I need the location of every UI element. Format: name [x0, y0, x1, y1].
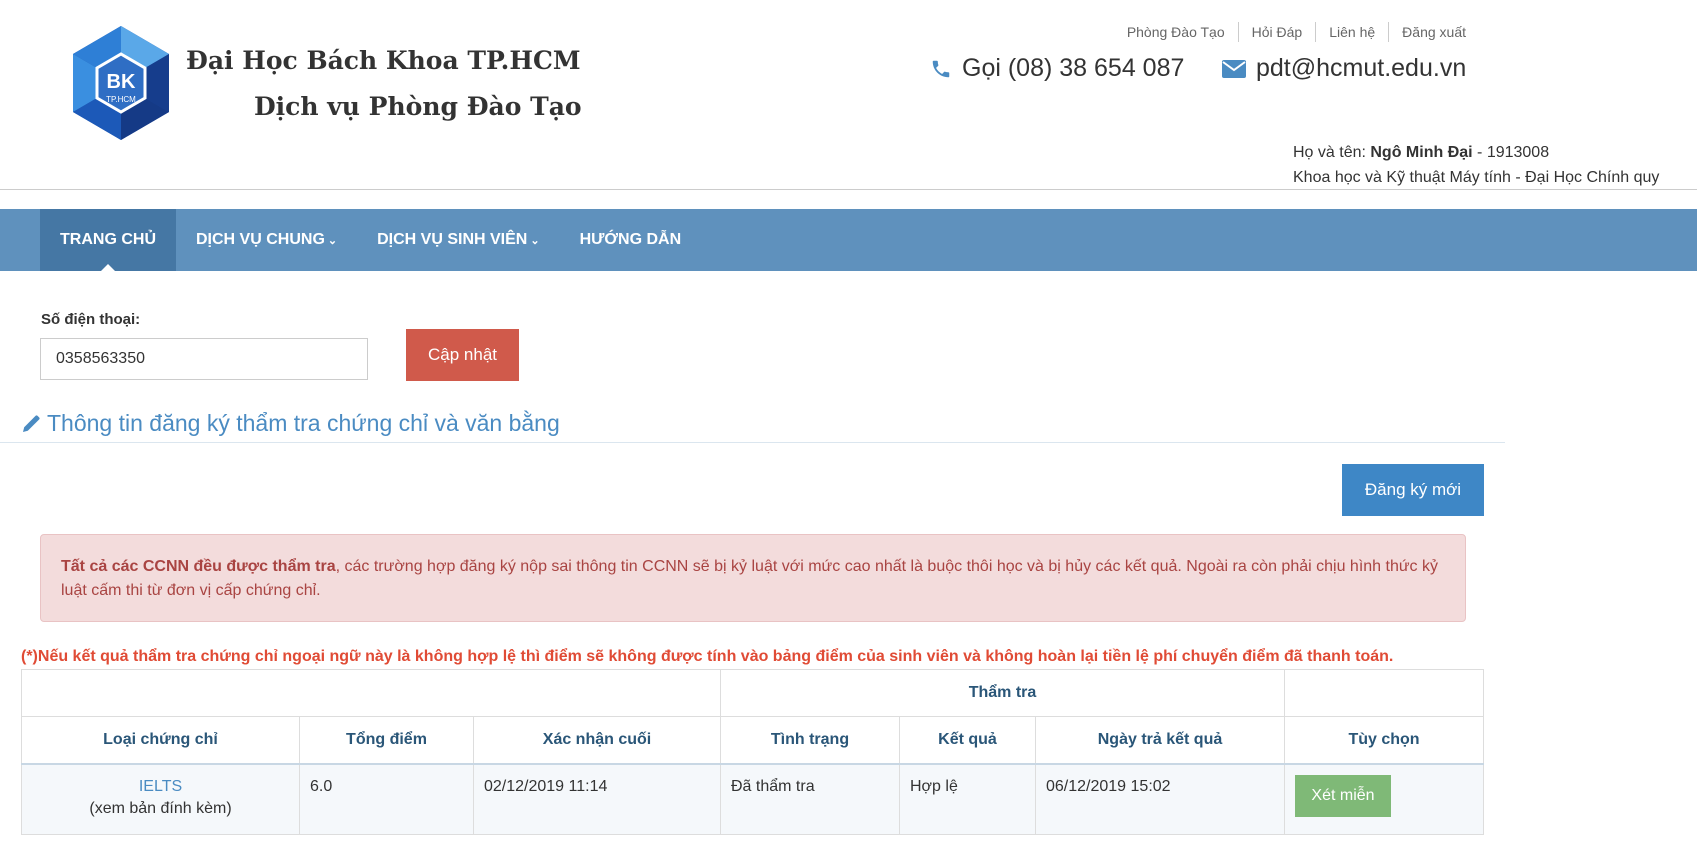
envelope-icon	[1222, 59, 1246, 78]
cell-status: Đã thẩm tra	[720, 763, 900, 835]
table-group-header-row: Thẩm tra	[21, 669, 1484, 717]
top-link-training-office[interactable]: Phòng Đào Tạo	[1114, 22, 1238, 42]
col-total-score: Tổng điểm	[299, 716, 474, 765]
user-name: Ngô Minh Đại	[1370, 144, 1473, 161]
cell-last-confirm: 02/12/2019 11:14	[473, 763, 721, 835]
svg-text:BK: BK	[107, 71, 136, 93]
contact-phone: Gọi (08) 38 654 087	[930, 54, 1184, 83]
warning-alert: Tất cả các CCNN đều được thẩm tra, các t…	[40, 534, 1466, 622]
brand-subtitle: Dịch vụ Phòng Đào Tạo	[254, 92, 582, 121]
user-info: Họ và tên: Ngô Minh Đại - 1913008 Khoa h…	[1293, 140, 1659, 190]
user-id: - 1913008	[1472, 144, 1550, 161]
chevron-down-icon: ⌄	[327, 234, 338, 247]
header-divider	[0, 189, 1697, 190]
university-logo[interactable]: BK TP.HCM	[62, 24, 180, 142]
cell-score: 6.0	[299, 763, 474, 835]
top-link-faq[interactable]: Hỏi Đáp	[1237, 22, 1316, 42]
col-status: Tình trạng	[720, 716, 900, 765]
top-links: Phòng Đào Tạo Hỏi Đáp Liên hệ Đăng xuất	[1114, 22, 1466, 42]
register-new-button[interactable]: Đăng ký mới	[1342, 464, 1484, 516]
phone-icon	[932, 60, 950, 77]
site-header: BK TP.HCM Đại Học Bách Khoa TP.HCM Dịch …	[0, 0, 1697, 190]
brand-title: Đại Học Bách Khoa TP.HCM	[186, 46, 581, 75]
cell-result: Hợp lệ	[899, 763, 1036, 835]
cell-return-date: 06/12/2019 15:02	[1035, 763, 1285, 835]
section-divider	[0, 442, 1505, 443]
certificate-table: Thẩm tra Loại chứng chỉ Tổng điểm Xác nh…	[21, 669, 1484, 835]
phone-field-label: Số điện thoại:	[41, 311, 141, 328]
alert-bold-text: Tất cả các CCNN đều được thẩm tra	[61, 558, 336, 575]
cell-options: Xét miễn	[1284, 763, 1484, 835]
main-nav: TRANG CHỦ DỊCH VỤ CHUNG ⌄ DỊCH VỤ SINH VI…	[0, 209, 1697, 271]
nav-item-general-services[interactable]: DỊCH VỤ CHUNG ⌄	[176, 209, 357, 271]
svg-text:TP.HCM: TP.HCM	[106, 95, 136, 104]
chevron-down-icon: ⌄	[530, 234, 540, 247]
refund-note: (*)Nếu kết quả thẩm tra chứng chỉ ngoại …	[21, 648, 1394, 665]
user-name-line: Họ và tên: Ngô Minh Đại - 1913008	[1293, 144, 1550, 161]
phone-text: Gọi (08) 38 654 087	[962, 54, 1185, 82]
attachment-link[interactable]: (xem bản đính kèm)	[32, 798, 289, 820]
nav-item-student-services[interactable]: DỊCH VỤ SINH VIÊN ⌄	[357, 209, 559, 271]
exempt-button[interactable]: Xét miễn	[1295, 775, 1391, 817]
col-options: Tùy chọn	[1284, 716, 1484, 765]
col-certificate-type: Loại chứng chỉ	[21, 716, 300, 765]
top-link-contact[interactable]: Liên hệ	[1315, 22, 1388, 42]
section-title: Thông tin đăng ký thẩm tra chứng chỉ và …	[21, 410, 560, 437]
col-return-date: Ngày trả kết quả	[1035, 716, 1285, 765]
top-link-logout[interactable]: Đăng xuất	[1388, 22, 1466, 42]
table-header-row: Loại chứng chỉ Tổng điểm Xác nhận cuối T…	[21, 716, 1484, 765]
nav-item-guide[interactable]: HƯỚNG DẪN	[560, 209, 702, 271]
nav-item-home[interactable]: TRANG CHỦ	[40, 209, 176, 271]
email-text[interactable]: pdt@hcmut.edu.vn	[1256, 54, 1466, 83]
table-row: IELTS (xem bản đính kèm) 6.0 02/12/2019 …	[21, 763, 1484, 835]
group-header-verification: Thẩm tra	[720, 669, 1285, 717]
update-phone-button[interactable]: Cập nhật	[406, 329, 519, 381]
phone-number-input[interactable]	[40, 338, 368, 380]
pencil-icon	[23, 414, 40, 432]
col-result: Kết quả	[899, 716, 1036, 765]
cell-certificate-type: IELTS (xem bản đính kèm)	[21, 763, 300, 835]
user-program: Khoa học và Kỹ thuật Máy tính - Đại Học …	[1293, 169, 1660, 186]
col-last-confirm: Xác nhận cuối	[473, 716, 721, 765]
certificate-link[interactable]: IELTS	[32, 776, 289, 798]
contact-email: pdt@hcmut.edu.vn	[1222, 54, 1466, 83]
